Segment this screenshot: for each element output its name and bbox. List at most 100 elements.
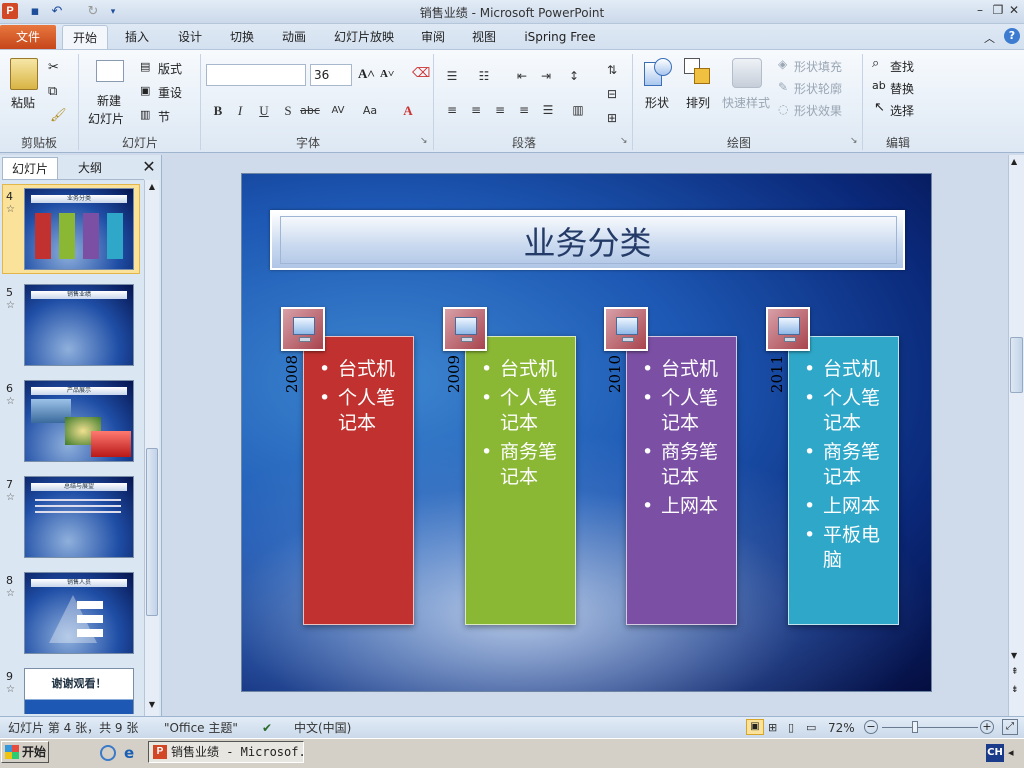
internet-explorer-icon[interactable]: e — [124, 744, 134, 762]
category-card-2009[interactable]: 台式机 个人笔记本 商务笔记本 — [465, 336, 576, 625]
tab-review[interactable]: 审阅 — [412, 25, 454, 49]
layout-icon[interactable]: ▤ — [140, 60, 150, 73]
slide-thumbnail-5[interactable]: 5 ☆ 销售业绩 — [4, 284, 140, 370]
minimize-icon[interactable]: – — [972, 2, 988, 18]
slides-panel-scrollbar[interactable]: ▲ ▼ — [144, 180, 159, 716]
ime-indicator[interactable]: CH — [986, 744, 1004, 762]
shape-outline-button[interactable]: 形状轮廓 — [794, 80, 842, 97]
paste-icon[interactable] — [10, 58, 38, 90]
new-slide-label-2[interactable]: 幻灯片 — [88, 110, 124, 127]
zoom-in-icon[interactable]: + — [980, 720, 994, 734]
select-button[interactable]: 选择 — [890, 102, 914, 119]
bullets-icon[interactable]: ☰ — [442, 66, 462, 86]
reading-view-icon[interactable]: ▯ — [788, 720, 794, 736]
change-case-icon[interactable]: Aa — [360, 101, 380, 121]
zoom-out-icon[interactable]: − — [864, 720, 878, 734]
quick-styles-button[interactable]: 快速样式 — [722, 94, 770, 111]
grow-font-icon[interactable]: A˄ — [358, 66, 375, 82]
collapse-ribbon-icon[interactable]: ︿ — [984, 30, 995, 46]
category-card-2011[interactable]: 台式机 个人笔记本 商务笔记本 上网本 平板电脑 — [788, 336, 899, 625]
font-name-combo[interactable] — [206, 64, 306, 86]
paragraph-dialog-launcher-icon[interactable]: ↘ — [620, 136, 628, 146]
smartart-convert-icon[interactable]: ⊞ — [602, 108, 622, 128]
quick-styles-icon[interactable] — [732, 58, 762, 88]
shadow-icon[interactable]: S — [278, 101, 298, 121]
reset-icon[interactable]: ▣ — [140, 84, 150, 97]
tab-transitions[interactable]: 切换 — [220, 25, 264, 49]
shape-effects-button[interactable]: 形状效果 — [794, 102, 842, 119]
paste-button[interactable]: 粘贴 — [11, 94, 35, 111]
find-button[interactable]: 查找 — [890, 58, 914, 75]
tab-view[interactable]: 视图 — [463, 25, 505, 49]
justify-icon[interactable]: ≡ — [514, 100, 534, 120]
scroll-thumb[interactable] — [1010, 337, 1023, 393]
tab-outline-panel[interactable]: 大纲 — [62, 157, 118, 179]
normal-view-icon[interactable]: ▣ — [746, 719, 764, 735]
bold-icon[interactable]: B — [208, 101, 228, 121]
zoom-slider-track[interactable] — [882, 727, 978, 728]
fit-to-window-icon[interactable]: ⤢ — [1002, 719, 1018, 735]
new-slide-label-1[interactable]: 新建 — [97, 92, 121, 109]
scroll-up-icon[interactable]: ▲ — [1011, 157, 1017, 166]
layout-button[interactable]: 版式 — [158, 60, 182, 77]
shrink-font-icon[interactable]: A˅ — [380, 68, 394, 80]
font-size-combo[interactable]: 36 — [310, 64, 352, 86]
shape-outline-icon[interactable]: ✎ — [778, 80, 788, 94]
slide-thumbnail-9[interactable]: 9 ☆ 谢谢观看！ — [4, 668, 140, 714]
tray-arrow-icon[interactable]: ◂ — [1008, 746, 1014, 759]
slide-title[interactable]: 业务分类 — [270, 218, 905, 264]
shape-effects-icon[interactable]: ◌ — [778, 102, 788, 116]
scroll-up-icon[interactable]: ▲ — [146, 182, 158, 194]
font-color-icon[interactable]: A — [398, 101, 418, 121]
tab-file[interactable]: 文件 — [0, 25, 56, 49]
slide-thumbnail-4[interactable]: 4 ☆ 业务分类 — [2, 184, 140, 274]
slide-thumbnail-8[interactable]: 8 ☆ 销售人员 — [4, 572, 140, 658]
spellcheck-icon[interactable]: ✔ — [262, 720, 272, 736]
tab-slideshow[interactable]: 幻灯片放映 — [325, 25, 403, 49]
slideshow-view-icon[interactable]: ▭ — [806, 720, 816, 736]
help-icon[interactable]: ? — [1004, 28, 1020, 44]
tab-ispring[interactable]: iSpring Free — [518, 25, 602, 49]
text-direction-icon[interactable]: ⇅ — [602, 60, 622, 80]
language-status[interactable]: 中文(中国) — [294, 720, 351, 736]
quicklaunch-app-icon[interactable] — [100, 745, 116, 761]
tab-insert[interactable]: 插入 — [115, 25, 159, 49]
distributed-icon[interactable]: ☰ — [538, 100, 558, 120]
copy-icon[interactable]: ⧉ — [48, 84, 57, 99]
scroll-thumb[interactable] — [146, 448, 158, 616]
format-painter-icon[interactable]: 🖌 — [50, 108, 67, 123]
next-slide-icon[interactable]: ⇟ — [1011, 685, 1019, 695]
cut-icon[interactable]: ✂ — [48, 60, 59, 75]
slide-sorter-icon[interactable]: ⊞ — [768, 720, 777, 736]
restore-icon[interactable]: ❐ — [990, 2, 1006, 18]
tab-design[interactable]: 设计 — [168, 25, 212, 49]
scroll-down-icon[interactable]: ▼ — [146, 700, 158, 712]
start-button[interactable]: 开始 — [1, 741, 49, 763]
section-icon[interactable]: ▥ — [140, 108, 150, 121]
numbering-icon[interactable]: ☷ — [474, 66, 494, 86]
category-card-2010[interactable]: 台式机 个人笔记本 商务笔记本 上网本 — [626, 336, 737, 625]
replace-icon[interactable]: ab — [872, 79, 886, 92]
replace-button[interactable]: 替换 — [890, 80, 914, 97]
increase-indent-icon[interactable]: ⇥ — [536, 66, 556, 86]
panel-close-icon[interactable]: ✕ — [140, 158, 158, 176]
slide-thumbnail-6[interactable]: 6 ☆ 产品展示 — [4, 380, 140, 466]
canvas-scrollbar[interactable]: ▲ ▼ ⇞ ⇟ — [1008, 155, 1024, 716]
tab-animations[interactable]: 动画 — [272, 25, 316, 49]
category-card-2008[interactable]: 台式机 个人笔记本 — [303, 336, 414, 625]
columns-icon[interactable]: ▥ — [568, 100, 588, 120]
shape-fill-icon[interactable]: ◈ — [778, 57, 787, 71]
tab-slides-panel[interactable]: 幻灯片 — [2, 157, 58, 179]
drawing-dialog-launcher-icon[interactable]: ↘ — [850, 136, 858, 146]
char-spacing-icon[interactable]: AV — [328, 101, 348, 121]
arrange-button[interactable]: 排列 — [686, 94, 710, 111]
align-right-icon[interactable]: ≡ — [490, 100, 510, 120]
close-icon[interactable]: ✕ — [1006, 2, 1022, 18]
italic-icon[interactable]: I — [230, 101, 250, 121]
clear-formatting-icon[interactable]: ⌫ — [412, 66, 430, 81]
scroll-down-icon[interactable]: ▼ — [1011, 651, 1017, 660]
tab-home[interactable]: 开始 — [62, 25, 108, 49]
zoom-level[interactable]: 72% — [828, 720, 855, 736]
theme-status[interactable]: "Office 主题" — [164, 720, 238, 736]
previous-slide-icon[interactable]: ⇞ — [1011, 667, 1019, 677]
